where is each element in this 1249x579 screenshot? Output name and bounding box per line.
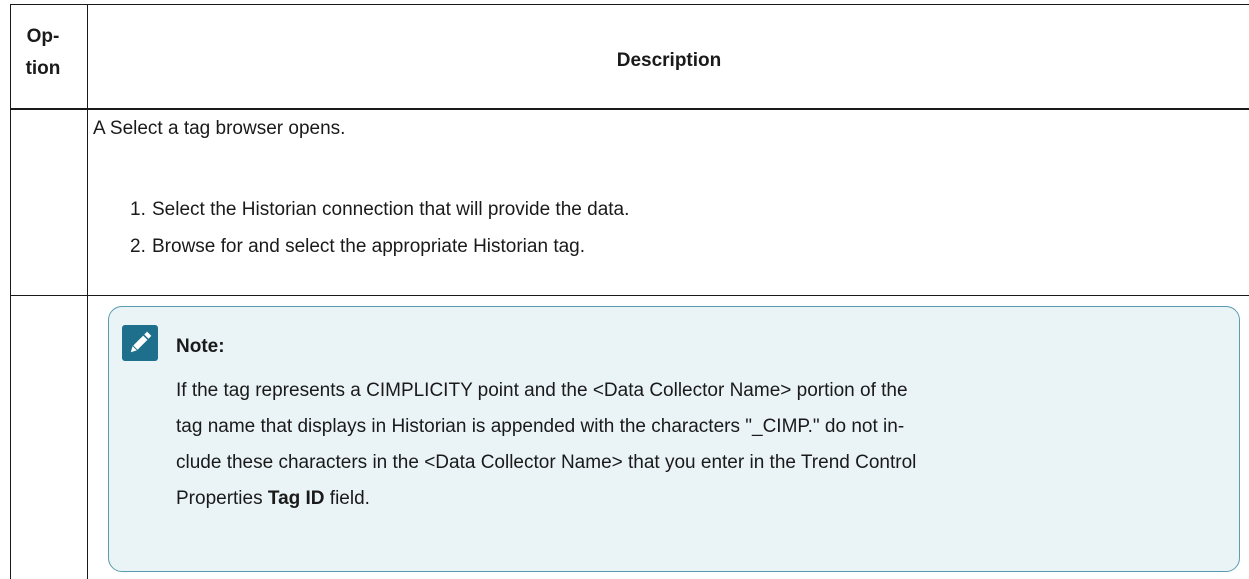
note-text: Properties (176, 488, 268, 509)
note-line: clude these characters in the <Data Coll… (176, 452, 917, 473)
step-text: Browse for and select the appropriate Hi… (152, 236, 586, 257)
table-left-border (10, 4, 11, 579)
column-header-option: Op- tion (10, 21, 76, 85)
note-title: Note: (176, 336, 225, 357)
list-item: 2. Browse for and select the appropriate… (93, 233, 629, 270)
note-line: tag name that displays in Historian is a… (176, 416, 905, 437)
steps-list: 1. Select the Historian connection that … (93, 196, 629, 270)
column-divider (87, 4, 88, 579)
note-line: If the tag represents a CIMPLICITY point… (176, 380, 908, 401)
column-header-option-line2: tion (25, 58, 61, 79)
row-divider (10, 295, 1249, 296)
column-header-description: Description (616, 50, 722, 71)
tag-id-field-name: Tag ID (267, 488, 325, 509)
step-text: Select the Historian connection that wil… (152, 199, 630, 220)
pencil-icon (122, 325, 158, 361)
table-top-border (10, 4, 1249, 5)
list-item: 1. Select the Historian connection that … (93, 196, 629, 233)
column-header-option-line1: Op- (26, 26, 60, 47)
note-line-last: Properties Tag ID field. (176, 481, 1226, 517)
row-intro-text: A Select a tag browser opens. (93, 118, 346, 139)
note-body: If the tag represents a CIMPLICITY point… (176, 373, 1226, 517)
step-number: 1. (130, 199, 146, 220)
note-text: field. (324, 488, 370, 509)
step-number: 2. (130, 236, 146, 257)
options-table: Op- tion Description A Select a tag brow… (0, 0, 1249, 579)
header-bottom-border (10, 108, 1249, 110)
